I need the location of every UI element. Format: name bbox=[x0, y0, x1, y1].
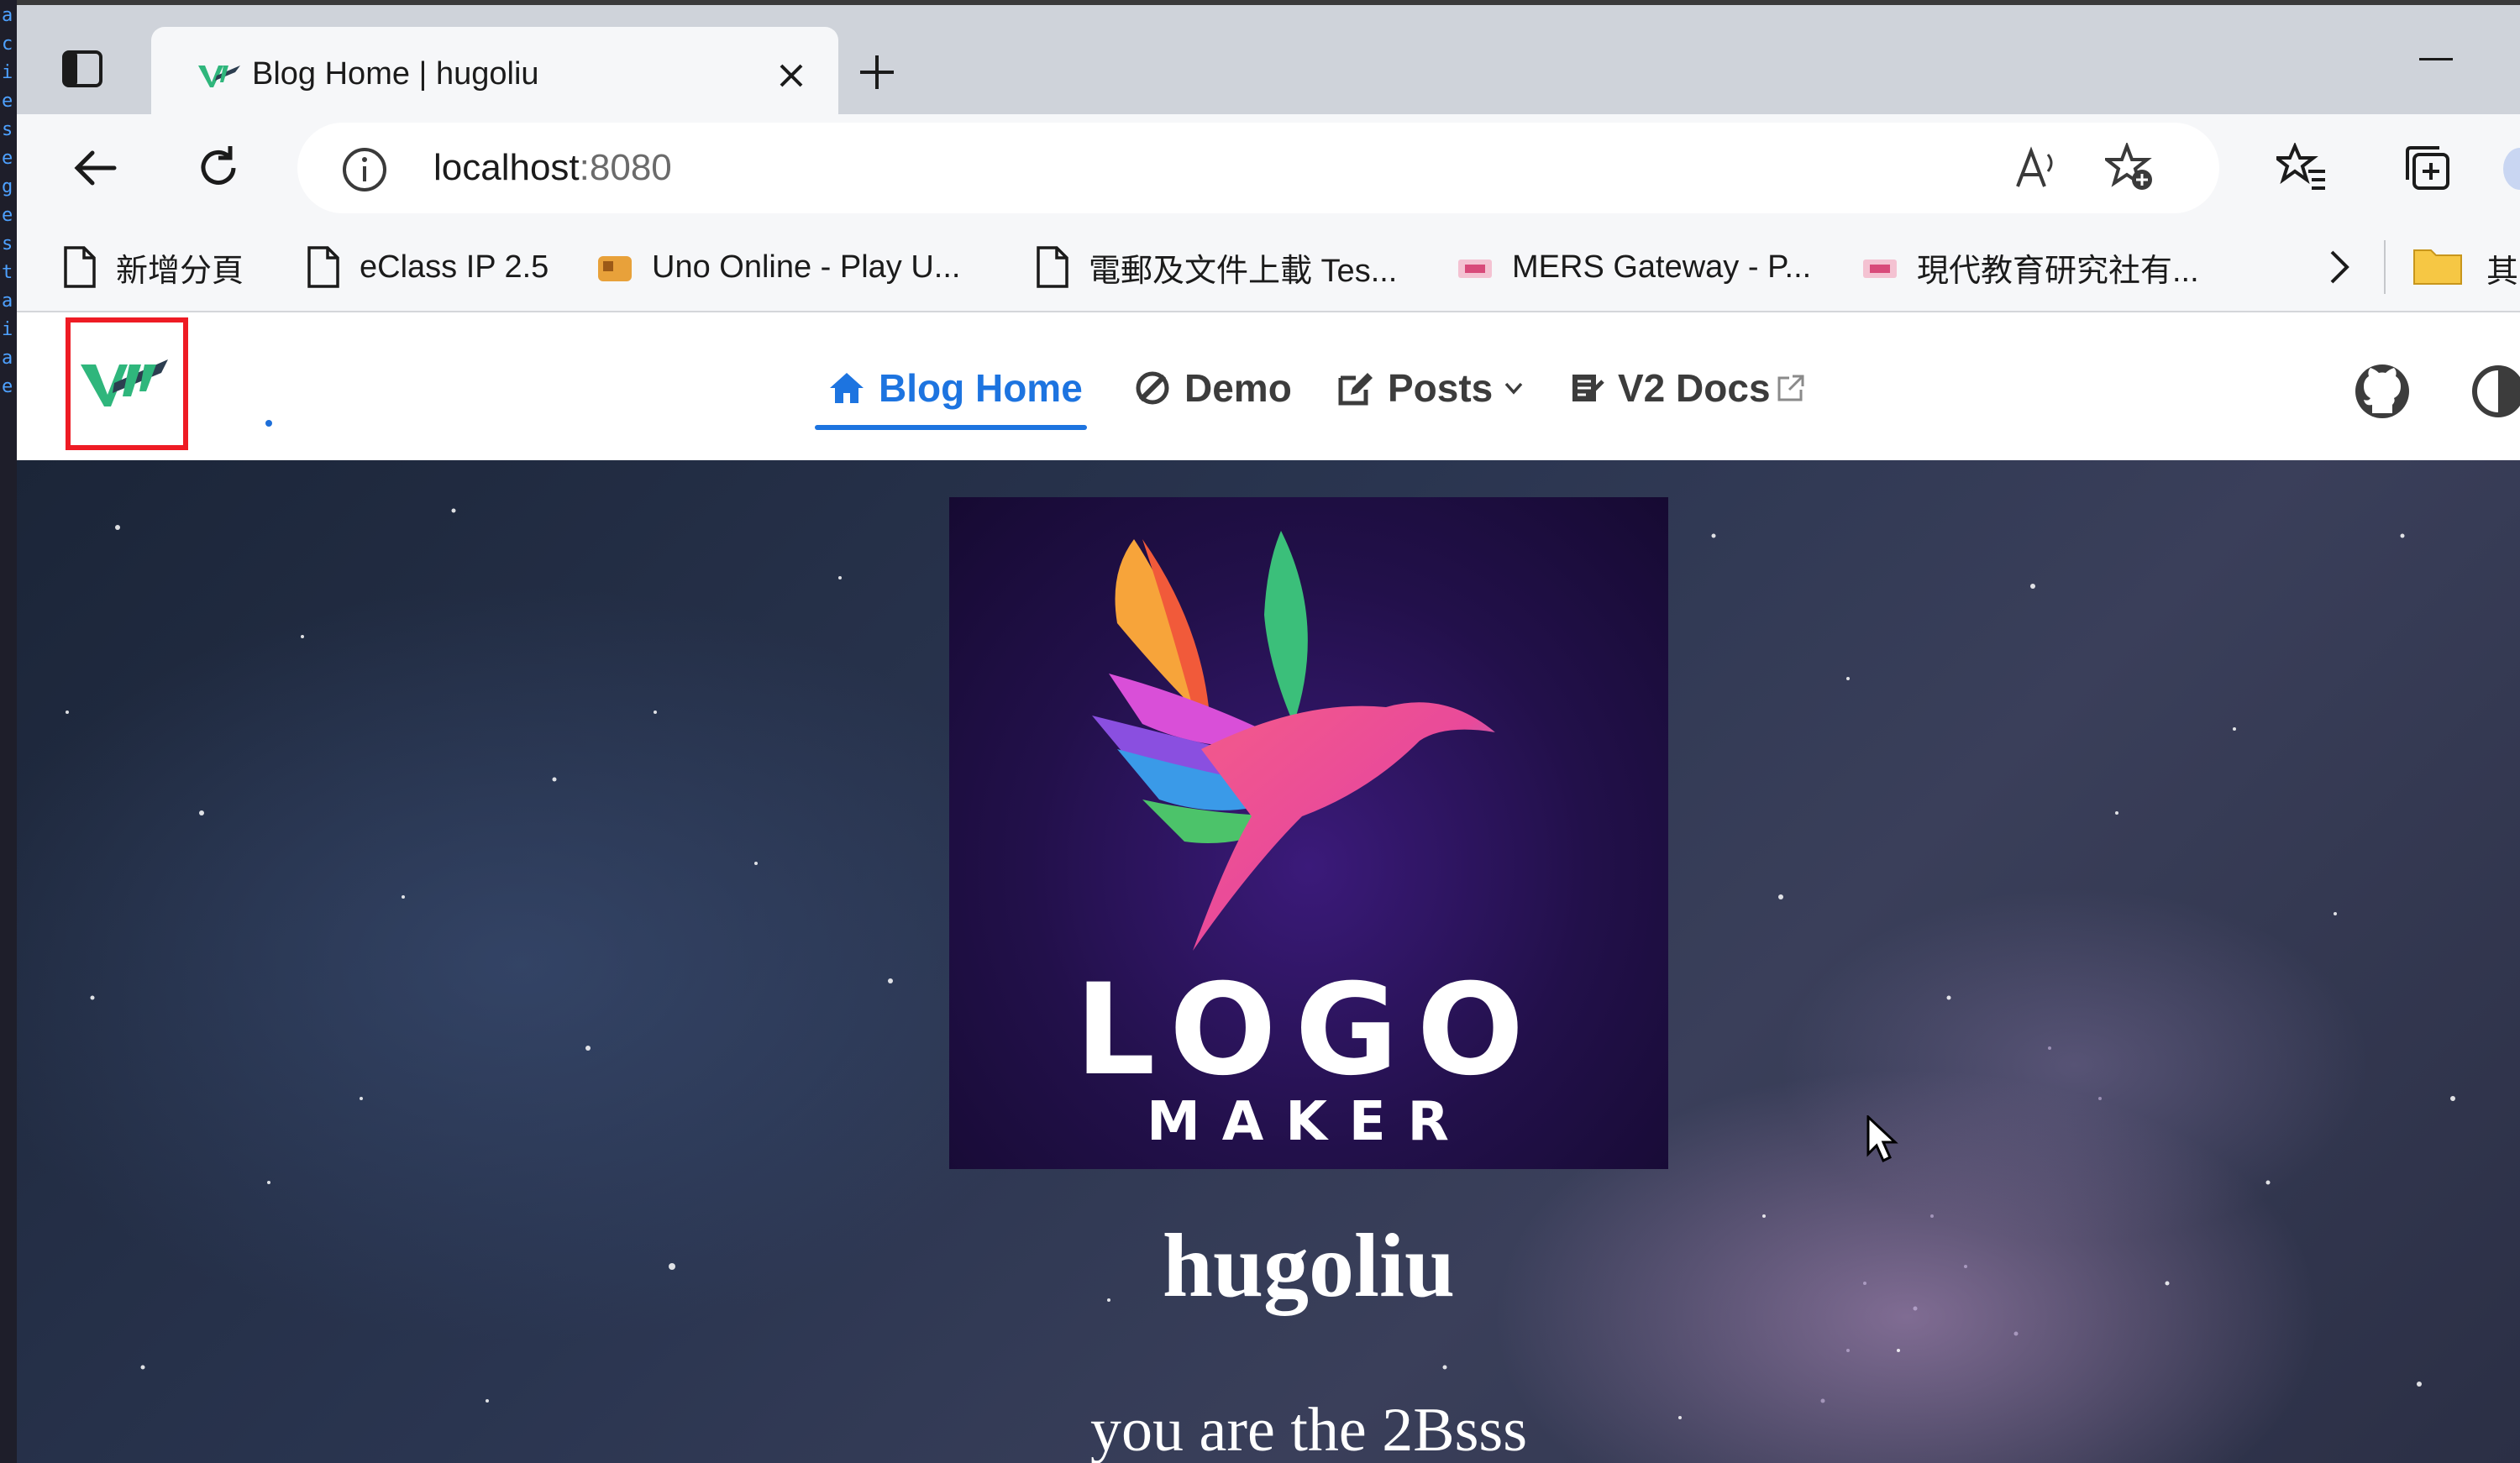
site-navbar: Blog Home Demo Posts V2 Docs bbox=[17, 312, 2520, 460]
minimize-icon[interactable] bbox=[2419, 57, 2453, 62]
game-favicon-icon bbox=[598, 256, 632, 281]
chevron-right-icon[interactable] bbox=[2320, 245, 2359, 289]
reload-icon[interactable] bbox=[193, 143, 244, 193]
profile-avatar[interactable] bbox=[2503, 148, 2520, 190]
edit-icon bbox=[1338, 373, 1373, 406]
active-nav-underline bbox=[815, 425, 1087, 430]
external-link-icon bbox=[1777, 375, 1804, 401]
logo-subtitle: MAKER bbox=[1147, 1091, 1471, 1153]
chevron-down-icon bbox=[1504, 382, 1523, 395]
loading-dot bbox=[265, 420, 272, 427]
add-favorite-icon[interactable] bbox=[2105, 143, 2155, 193]
theme-toggle-icon[interactable] bbox=[2470, 363, 2520, 420]
page-icon bbox=[307, 246, 339, 288]
hero-tagline: you are the 2Bsss bbox=[1090, 1396, 1527, 1463]
docs-icon bbox=[1572, 375, 1604, 401]
bookmark-modern-education[interactable]: 現代教育研究社有... bbox=[1861, 245, 2199, 289]
mers-favicon-icon bbox=[1458, 260, 1492, 278]
background-editor-strip: a c i e s e g e s t a i a e bbox=[0, 0, 17, 1463]
page-icon bbox=[1037, 246, 1068, 288]
hero-title: hugoliu bbox=[1162, 1216, 1456, 1316]
collections-icon[interactable] bbox=[2402, 143, 2453, 193]
bookmarks-divider bbox=[2384, 240, 2386, 294]
vuepress-favicon-icon bbox=[198, 66, 240, 87]
bookmark-email-upload[interactable]: 電郵及文件上載 Tes... bbox=[1033, 245, 1397, 289]
tab-title: Blog Home | hugoliu bbox=[252, 56, 539, 92]
demo-icon bbox=[1136, 371, 1169, 405]
folder-icon[interactable] bbox=[2412, 244, 2463, 287]
back-icon[interactable] bbox=[71, 143, 121, 193]
mouse-cursor-icon bbox=[1866, 1115, 1898, 1163]
other-bookmarks-label[interactable]: 其 bbox=[2486, 245, 2518, 291]
browser-window: Blog Home | hugoliu localhost:8080 新增分頁 … bbox=[17, 0, 2520, 1463]
new-tab-icon[interactable] bbox=[857, 52, 897, 92]
tab-blog-home[interactable]: Blog Home | hugoliu bbox=[151, 27, 838, 121]
nav-demo[interactable]: Demo bbox=[1134, 361, 1292, 415]
address-bar[interactable]: localhost:8080 bbox=[297, 123, 2219, 213]
page-viewport: Blog Home Demo Posts V2 Docs LOGO MAKER … bbox=[17, 312, 2520, 1463]
github-icon[interactable] bbox=[2354, 363, 2411, 420]
vuepress-logo-icon bbox=[81, 359, 168, 406]
nav-v2-docs[interactable]: V2 Docs bbox=[1567, 361, 1806, 415]
tab-strip: Blog Home | hugoliu bbox=[17, 0, 2520, 121]
bookmark-mers-gateway[interactable]: MERS Gateway - P... bbox=[1457, 245, 1811, 289]
nav-posts[interactable]: Posts bbox=[1337, 361, 1526, 415]
url-text[interactable]: localhost:8080 bbox=[433, 144, 672, 191]
read-aloud-icon[interactable] bbox=[2011, 143, 2061, 193]
mers-favicon-icon bbox=[1863, 260, 1897, 278]
sidebar-toggle-icon[interactable] bbox=[60, 47, 104, 91]
logo-word: LOGO bbox=[1074, 957, 1543, 1104]
browser-toolbar: localhost:8080 bbox=[17, 114, 2520, 223]
bookmark-new-tab[interactable]: 新增分頁 bbox=[60, 245, 244, 289]
info-icon[interactable] bbox=[341, 146, 388, 193]
page-icon bbox=[64, 246, 96, 288]
favorites-icon[interactable] bbox=[2276, 143, 2327, 193]
url-port: :8080 bbox=[579, 147, 672, 188]
bookmark-uno-online[interactable]: Uno Online - Play U... bbox=[596, 245, 960, 289]
close-icon[interactable] bbox=[776, 60, 806, 91]
home-icon bbox=[830, 373, 864, 403]
site-logo-link[interactable] bbox=[66, 317, 188, 450]
bird-logo-icon bbox=[1092, 531, 1495, 951]
bookmark-eclass[interactable]: eClass IP 2.5 bbox=[304, 245, 549, 289]
bookmarks-bar: 新增分頁 eClass IP 2.5 Uno Online - Play U..… bbox=[17, 223, 2520, 312]
hero-section: LOGO MAKER hugoliu you are the 2Bsss bbox=[17, 460, 2520, 1463]
url-host: localhost bbox=[433, 147, 580, 188]
hero-logo-image: LOGO MAKER bbox=[949, 497, 1668, 1169]
nav-blog-home[interactable]: Blog Home bbox=[828, 361, 1083, 415]
